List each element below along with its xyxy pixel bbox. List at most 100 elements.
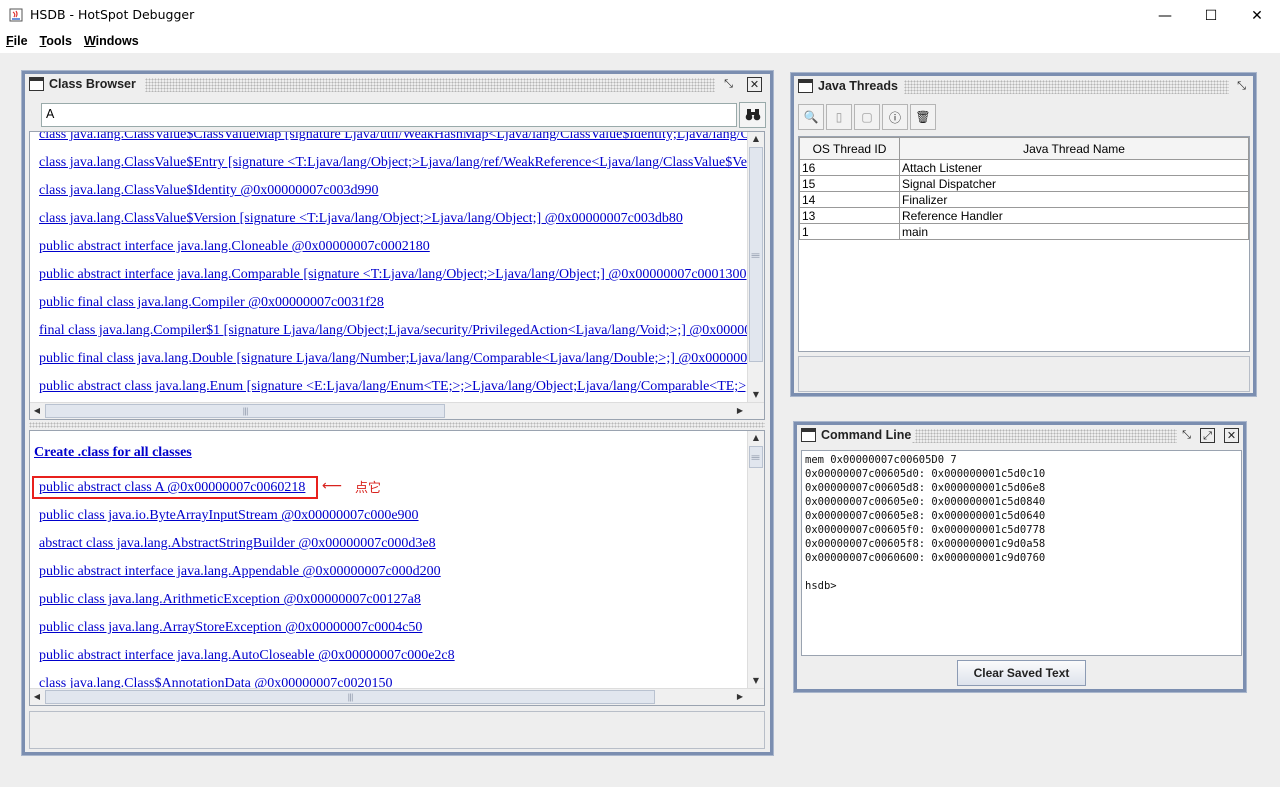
- menu-windows[interactable]: Windows: [78, 31, 145, 53]
- class-link[interactable]: class java.lang.Class$AnnotationData @0x…: [39, 676, 393, 688]
- class-list: class java.lang.ClassValue$ClassValueMap…: [30, 132, 747, 402]
- table-row[interactable]: 15 Signal Dispatcher: [799, 175, 1249, 192]
- stack-icon: ▯: [835, 110, 843, 124]
- create-class-link[interactable]: Create .class for all classes: [34, 445, 192, 461]
- frame-icon: [801, 428, 816, 442]
- show-memory-button[interactable]: ▢: [854, 104, 880, 130]
- horizontal-scrollbar[interactable]: ◀ ||| ▶: [30, 688, 764, 705]
- command-line-titlebar[interactable]: Command Line ⤡ ⤢ ✕: [797, 425, 1243, 447]
- vertical-scrollbar[interactable]: ▲ ||| ▼: [747, 431, 764, 688]
- stack-memory-button[interactable]: ▯: [826, 104, 852, 130]
- java-threads-frame: Java Threads ⤡ 🔍 ▯ ▢ ⓘ 🗑 OS Thread ID Ja…: [791, 73, 1256, 396]
- menu-tools[interactable]: Tools: [34, 31, 78, 53]
- highlight-box: [32, 476, 318, 499]
- restore-icon[interactable]: ⤡: [1234, 79, 1249, 94]
- vertical-scrollbar[interactable]: ▲ ||| ▼: [747, 132, 764, 402]
- titlebar-grip: [145, 78, 715, 92]
- thread-info-button[interactable]: ⓘ: [882, 104, 908, 130]
- class-link[interactable]: public abstract interface java.lang.Comp…: [39, 267, 747, 283]
- inspect-icon: 🔍: [803, 110, 819, 124]
- horizontal-scrollbar[interactable]: ◀ ||| ▶: [30, 402, 764, 419]
- class-link[interactable]: public class java.io.ByteArrayInputStrea…: [39, 508, 419, 524]
- menu-file[interactable]: File: [0, 31, 34, 53]
- close-icon[interactable]: ✕: [1224, 428, 1239, 443]
- scroll-right-icon[interactable]: ▶: [733, 403, 747, 419]
- class-link[interactable]: class java.lang.ClassValue$Version [sign…: [39, 211, 683, 227]
- table-cell: Signal Dispatcher: [899, 175, 1249, 192]
- restore-icon[interactable]: ⤡: [721, 77, 736, 92]
- class-link[interactable]: public final class java.lang.Compiler @0…: [39, 295, 384, 311]
- table-cell: 1: [799, 223, 900, 240]
- threads-table: OS Thread ID Java Thread Name 16 Attach L…: [798, 136, 1250, 352]
- maximize-icon: ☐: [1204, 7, 1218, 24]
- close-icon[interactable]: ✕: [747, 77, 762, 92]
- scroll-right-icon[interactable]: ▶: [733, 689, 747, 705]
- scroll-thumb[interactable]: |||: [45, 404, 445, 418]
- scroll-left-icon[interactable]: ◀: [30, 689, 44, 705]
- clear-saved-text-button[interactable]: Clear Saved Text: [957, 660, 1086, 686]
- java-threads-status-area: [798, 356, 1250, 392]
- split-pane-divider[interactable]: [29, 422, 765, 428]
- scroll-down-icon[interactable]: ▼: [748, 388, 764, 402]
- table-cell: main: [899, 223, 1249, 240]
- console-line: 0x00000007c00605d0: 0x000000001c5d0c10: [805, 468, 1046, 480]
- console-line: 0x00000007c00605f0: 0x000000001c5d0778: [805, 524, 1046, 536]
- maximize-icon[interactable]: ⤢: [1200, 428, 1215, 443]
- minimize-button[interactable]: —: [1142, 0, 1188, 31]
- scroll-thumb[interactable]: |||: [749, 147, 763, 362]
- console-line: 0x00000007c00605e0: 0x000000001c5d0840: [805, 496, 1046, 508]
- class-link[interactable]: public class java.lang.ArrayStoreExcepti…: [39, 620, 422, 636]
- console-prompt: hsdb>: [805, 580, 837, 592]
- table-row[interactable]: 14 Finalizer: [799, 191, 1249, 208]
- table-row[interactable]: 1 main: [799, 223, 1249, 240]
- class-link[interactable]: public abstract interface java.lang.Auto…: [39, 648, 455, 664]
- class-link[interactable]: public class java.lang.ArithmeticExcepti…: [39, 592, 421, 608]
- scroll-left-icon[interactable]: ◀: [30, 403, 44, 419]
- table-row[interactable]: 16 Attach Listener: [799, 159, 1249, 176]
- class-list-pane: class java.lang.ClassValue$ClassValueMap…: [29, 131, 765, 420]
- trash-icon: 🗑: [915, 110, 931, 124]
- class-link[interactable]: public abstract interface java.lang.Appe…: [39, 564, 441, 580]
- minimize-icon: —: [1158, 7, 1172, 24]
- class-browser-status-area: [29, 711, 765, 749]
- command-line-frame: Command Line ⤡ ⤢ ✕ mem 0x00000007c00605D…: [794, 422, 1246, 692]
- scroll-thumb[interactable]: |||: [45, 690, 655, 704]
- class-link[interactable]: public final class java.lang.Double [sig…: [39, 351, 747, 367]
- scroll-up-icon[interactable]: ▲: [748, 431, 764, 445]
- column-header[interactable]: OS Thread ID: [799, 137, 900, 160]
- class-link[interactable]: class java.lang.ClassValue$Entry [signat…: [39, 155, 747, 171]
- inspect-thread-button[interactable]: 🔍: [798, 104, 824, 130]
- java-app-icon: [9, 8, 23, 22]
- class-link[interactable]: class java.lang.ClassValue$ClassValueMap…: [39, 132, 747, 143]
- find-crashes-button[interactable]: 🗑: [910, 104, 936, 130]
- java-threads-titlebar[interactable]: Java Threads ⤡: [794, 76, 1253, 98]
- scroll-thumb[interactable]: |||: [749, 446, 763, 468]
- command-console[interactable]: mem 0x00000007c00605D0 7 0x00000007c0060…: [801, 450, 1242, 656]
- table-cell: Finalizer: [899, 191, 1249, 208]
- class-link[interactable]: public abstract interface java.lang.Clon…: [39, 239, 430, 255]
- threads-toolbar: 🔍 ▯ ▢ ⓘ 🗑: [798, 104, 936, 130]
- class-link[interactable]: class java.lang.ClassValue$Identity @0x0…: [39, 183, 379, 199]
- class-link[interactable]: public abstract class java.lang.Enum [si…: [39, 379, 747, 395]
- search-input[interactable]: A: [41, 103, 737, 127]
- search-results-pane: Create .class for all classes public abs…: [29, 430, 765, 706]
- scroll-up-icon[interactable]: ▲: [748, 132, 764, 146]
- table-row[interactable]: 13 Reference Handler: [799, 207, 1249, 224]
- maximize-button[interactable]: ☐: [1188, 0, 1234, 31]
- info-icon: ⓘ: [888, 110, 901, 125]
- close-button[interactable]: ✕: [1234, 0, 1280, 31]
- java-threads-title: Java Threads: [818, 79, 902, 93]
- class-link[interactable]: final class java.lang.Compiler$1 [signat…: [39, 323, 747, 339]
- class-link[interactable]: abstract class java.lang.AbstractStringB…: [39, 536, 436, 552]
- search-button[interactable]: [739, 102, 766, 128]
- menubar: File Tools Windows: [0, 31, 1280, 53]
- class-browser-titlebar[interactable]: Class Browser ⤡ ✕: [25, 74, 770, 96]
- console-line: 0x00000007c00605d8: 0x000000001c5d06e8: [805, 482, 1046, 494]
- column-header[interactable]: Java Thread Name: [899, 137, 1249, 160]
- console-line: 0x00000007c00605e8: 0x000000001c5d0640: [805, 510, 1046, 522]
- annotation-label: 点它: [355, 481, 382, 496]
- desktop-pane: Class Browser ⤡ ✕ A class java.lang.Clas…: [0, 53, 1280, 787]
- minimize-icon[interactable]: ⤡: [1179, 428, 1194, 443]
- scroll-down-icon[interactable]: ▼: [748, 674, 764, 688]
